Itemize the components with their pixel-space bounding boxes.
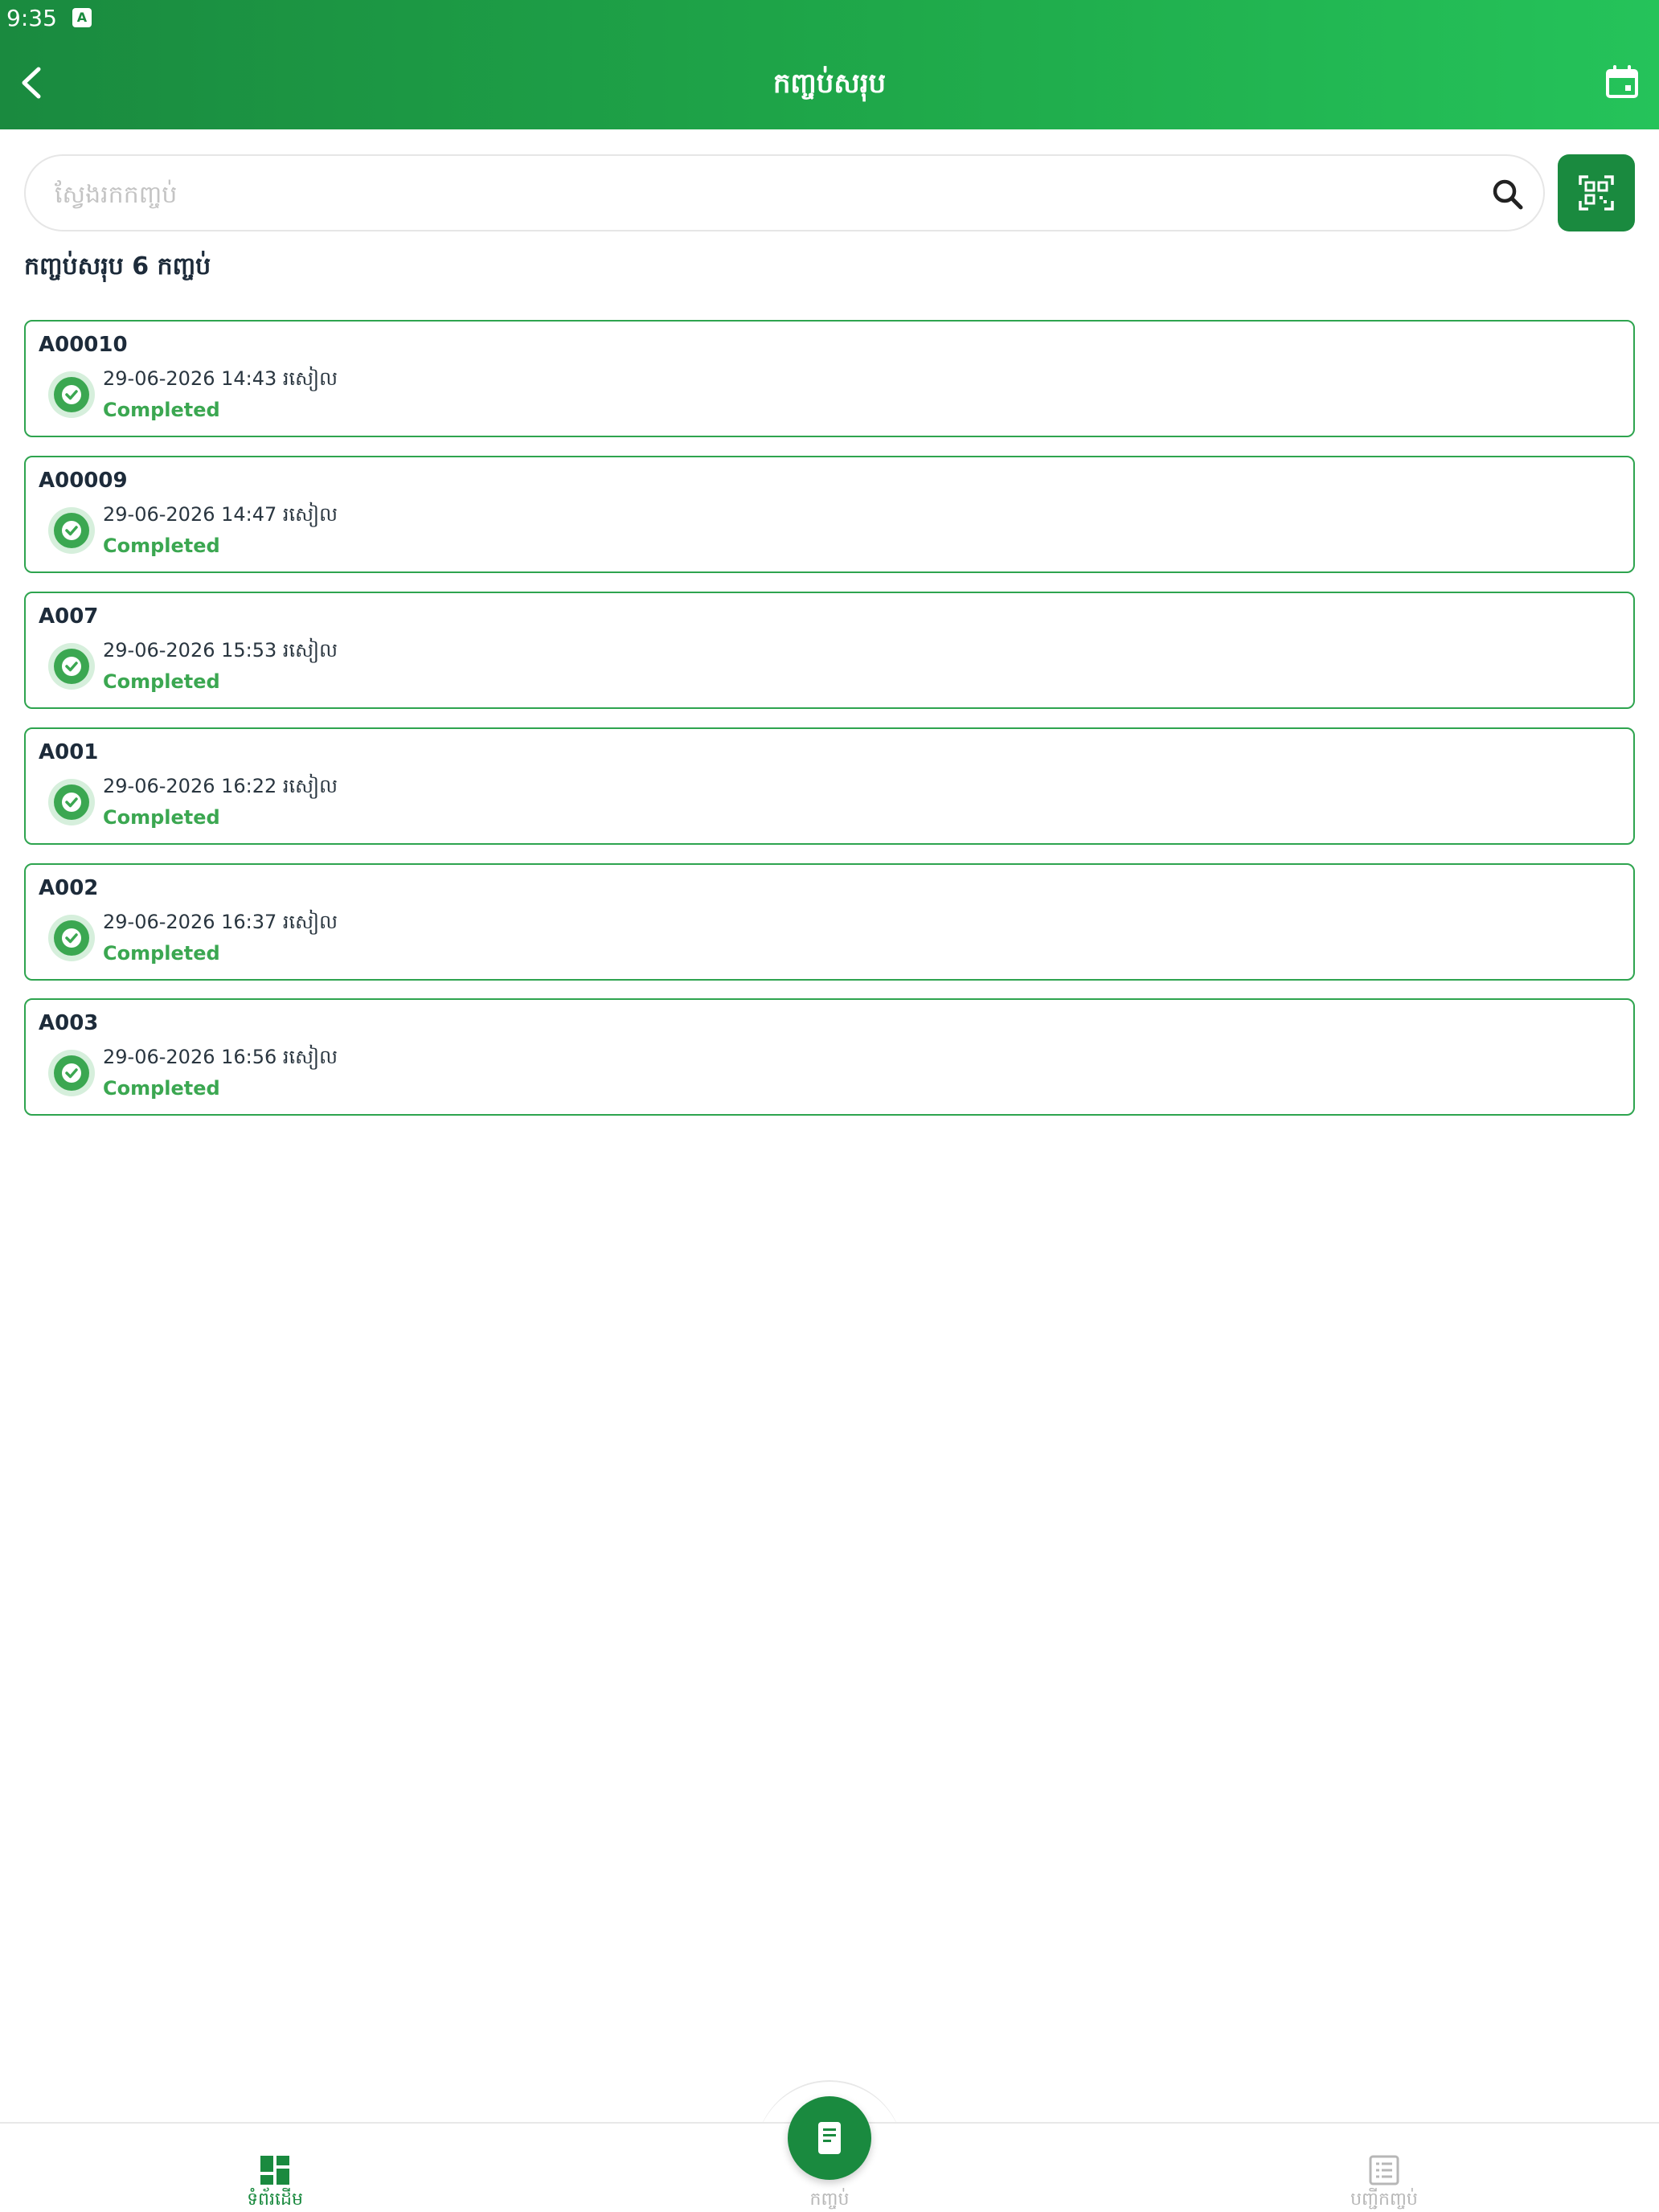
nav-label-list: បញ្ជីកញ្ចប់ [1350,2189,1418,2210]
package-icon [818,2122,841,2154]
nav-label-center: កញ្ចប់ [809,2189,850,2210]
order-card[interactable]: A003 29-06-2026 16:56 រសៀល Completed [24,998,1635,1116]
package-count-summary: កញ្ចប់សរុប 6 កញ្ចប់ [24,252,211,281]
order-status: Completed [103,670,220,693]
order-datetime: 29-06-2026 16:56 រសៀល [103,1046,338,1068]
calendar-icon [1606,65,1638,98]
order-card[interactable]: A002 29-06-2026 16:37 រសៀល Completed [24,863,1635,981]
order-id: A00009 [39,469,128,493]
dashboard-icon [260,2156,289,2185]
order-id: A002 [39,876,99,900]
order-id: A00010 [39,333,128,357]
nav-label-home: ទំព័រដើម [247,2189,303,2210]
order-datetime: 29-06-2026 15:53 រសៀល [103,639,338,662]
qr-scan-button[interactable] [1558,154,1635,231]
check-circle-icon [48,915,95,961]
order-datetime: 29-06-2026 16:22 រសៀល [103,775,338,797]
order-datetime: 29-06-2026 14:47 រសៀល [103,503,338,526]
order-card[interactable]: A00009 29-06-2026 14:47 រសៀល Completed [24,456,1635,573]
app-header: 9:35 A កញ្ចប់សរុប [0,0,1659,129]
order-status: Completed [103,1077,220,1100]
check-circle-icon [48,779,95,825]
order-id: A003 [39,1011,99,1035]
order-card[interactable]: A001 29-06-2026 16:22 រសៀល Completed [24,727,1635,845]
search-input[interactable] [55,172,1421,217]
order-id: A001 [39,740,99,764]
order-status: Completed [103,535,220,557]
order-card[interactable]: A00010 29-06-2026 14:43 រសៀល Completed [24,320,1635,437]
order-status: Completed [103,942,220,965]
order-datetime: 29-06-2026 14:43 រសៀល [103,367,338,390]
status-time: 9:35 [6,5,57,31]
order-datetime: 29-06-2026 16:37 រសៀល [103,911,338,933]
order-status: Completed [103,399,220,421]
nav-item-list[interactable]: បញ្ជីកញ្ចប់ [1304,2154,1464,2212]
check-circle-icon [48,507,95,554]
nav-item-home[interactable]: ទំព័រដើម [195,2154,355,2212]
search-box [24,154,1545,231]
check-circle-icon [48,1050,95,1096]
order-id: A007 [39,604,99,629]
page-title: កញ្ចប់សរុប [772,68,887,100]
order-status: Completed [103,806,220,829]
order-card[interactable]: A007 29-06-2026 15:53 រសៀល Completed [24,592,1635,709]
qr-scan-icon [1579,175,1614,211]
check-circle-icon [48,371,95,418]
list-icon [1369,2155,1399,2185]
calendar-button[interactable] [1604,64,1640,100]
notification-badge-icon: A [72,8,92,27]
package-fab-button[interactable] [788,2096,871,2180]
check-circle-icon [48,643,95,690]
search-icon [1493,179,1523,210]
search-button[interactable] [1490,177,1526,212]
